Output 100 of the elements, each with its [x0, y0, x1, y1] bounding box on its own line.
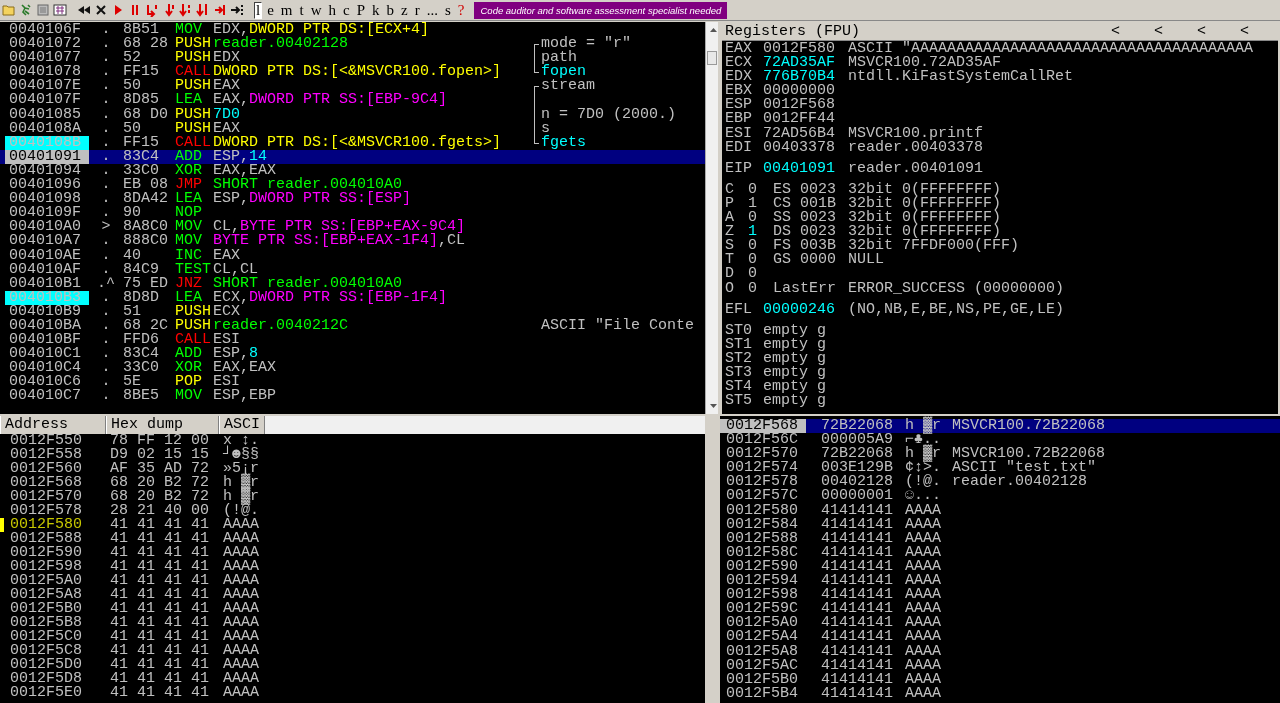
register-comment: reader.00401091: [848, 159, 984, 177]
code-row[interactable]: 0040108A . 50 PUSH EAX s: [0, 121, 705, 136]
jump-mark: .: [100, 23, 112, 38]
window-button[interactable]: ...: [424, 1, 440, 19]
nav-button[interactable]: <: [1223, 22, 1266, 40]
window-button[interactable]: s: [442, 1, 453, 19]
hex-bytes: 41 41 41 41: [110, 572, 210, 589]
go-to-icon[interactable]: [230, 3, 244, 17]
code-row[interactable]: 004010C6 . 5E POP ESI: [0, 375, 705, 390]
folder-icon[interactable]: [2, 3, 16, 17]
code-row[interactable]: 004010A7 . 888C0 MOV BYTE PTR SS:[EBP+EAX-1F4],CL: [0, 234, 705, 249]
code-row[interactable]: 004010BF . FFD6 CALL ESI: [0, 333, 705, 348]
code-row[interactable]: 004010B1 .^ 75 ED JNZ SHORT reader.004010A0: [0, 276, 705, 291]
address-cell-text: 0012F56C: [725, 433, 799, 448]
stack-row[interactable]: 0012F5A0 41414141 AAAA: [720, 616, 1280, 631]
window-button[interactable]: r: [412, 1, 422, 19]
code-row[interactable]: 0040107F . 8D85 LEA EAX,DWORD PTR SS:[EBP-9C4]: [0, 93, 705, 108]
step-into-icon[interactable]: [145, 3, 159, 17]
stack-row[interactable]: 0012F57C 00000001 ☺...: [720, 489, 1280, 504]
stack-row[interactable]: 0012F5B0 41414141 AAAA: [720, 672, 1280, 687]
address-cell: 0012F5A8: [10, 586, 82, 603]
register-value[interactable]: 0012F580: [763, 40, 835, 57]
address-cell: 0012F5E0: [10, 684, 82, 701]
register-value[interactable]: 00401091: [763, 159, 835, 177]
jump-mark: .: [100, 107, 112, 122]
stack-row[interactable]: 0012F5B4 41414141 AAAA: [720, 686, 1280, 701]
code-row[interactable]: 004010AF . 84C9 TESTCL,CL: [0, 262, 705, 277]
window-button[interactable]: c: [341, 1, 352, 19]
ascii-text: h ▓r: [905, 417, 941, 434]
opcode-bytes: 50: [123, 121, 141, 136]
stack-row[interactable]: 0012F594 41414141 AAAA: [720, 574, 1280, 589]
stack-row[interactable]: 0012F588 41414141 AAAA: [720, 531, 1280, 546]
stack-row[interactable]: 0012F58C 41414141 AAAA: [720, 545, 1280, 560]
stack-row[interactable]: 0012F590 41414141 AAAA: [720, 559, 1280, 575]
address-cell: 0040108B: [5, 135, 89, 150]
stack-row[interactable]: 0012F598 41414141 AAAA: [720, 588, 1280, 603]
trace-into-icon[interactable]: [179, 3, 193, 17]
address-cell-text: 004010A7: [8, 234, 82, 249]
column-header[interactable]: Address: [0, 416, 106, 434]
hex-bytes: 41 41 41 41: [110, 530, 210, 547]
nav-button[interactable]: <: [1180, 22, 1223, 40]
window-button[interactable]: l: [254, 1, 263, 19]
stack-row[interactable]: 0012F580 41414141 AAAA: [720, 503, 1280, 518]
register-value: empty g: [763, 321, 826, 339]
nav-button[interactable]: <: [1094, 22, 1137, 40]
code-row[interactable]: 004010A0 > 8A8C0 MOV CL,BYTE PTR SS:[EBP+EAX-9C4]: [0, 220, 705, 235]
address-cell-text: 0012F5AC: [725, 658, 799, 673]
column-header[interactable]: Hex dump: [106, 416, 219, 434]
vertical-scrollbar[interactable]: [705, 22, 718, 414]
code-row[interactable]: 00401078 . FF15 CALL DWORD PTR DS:[<&MSVCR100.fopen>] fopen: [0, 65, 705, 80]
hex-bytes: 41 41 41 41: [110, 670, 210, 687]
trace-over-icon[interactable]: [196, 3, 210, 17]
code-row[interactable]: 0040108B . FF15 CALL DWORD PTR DS:[<&MSVCR100.fgets>] fgets: [0, 135, 705, 150]
window-button[interactable]: m: [278, 1, 295, 19]
scrollbar-thumb[interactable]: [707, 51, 717, 65]
running-figure-icon[interactable]: [19, 3, 33, 17]
nav-button[interactable]: <: [1137, 22, 1180, 40]
stack-row[interactable]: 0012F59C 41414141 AAAA: [720, 602, 1280, 617]
window-button[interactable]: h: [326, 1, 339, 19]
address-cell: 0012F580: [10, 516, 82, 533]
window-button[interactable]: k: [370, 1, 382, 19]
opcode-bytes: 888C0: [123, 234, 169, 249]
address-cell-text: 0040107E: [8, 79, 82, 94]
code-row[interactable]: 004010BA . 68 2C PUSH reader.0040212C ASCII "File Conte: [0, 318, 705, 334]
step-over-icon[interactable]: [162, 3, 176, 17]
rewind-icon[interactable]: [77, 3, 91, 17]
window-icon[interactable]: [36, 3, 50, 17]
mnemonic: POP: [175, 375, 203, 390]
code-row[interactable]: 00401085 . 68 D0 PUSH 7D0 n = 7D0 (2000.): [0, 107, 705, 122]
operands: ESP,EBP: [213, 387, 276, 405]
stack-row[interactable]: 0012F5A4 41414141 AAAA: [720, 630, 1280, 645]
code-row[interactable]: 004010C7 . 8BE5 MOV ESP,EBP: [0, 389, 705, 404]
stack-row[interactable]: 0012F5A8 41414141 AAAA: [720, 644, 1280, 659]
help-button[interactable]: ?: [455, 1, 467, 19]
window-button[interactable]: t: [297, 1, 306, 19]
code-row[interactable]: 004010B3 . 8D8D LEA ECX,DWORD PTR SS:[EBP-1F4]: [0, 290, 705, 305]
grid-icon[interactable]: [53, 3, 67, 17]
window-button[interactable]: e: [265, 1, 276, 19]
flag-name: C: [725, 182, 735, 197]
register-value[interactable]: 00000246: [763, 300, 835, 318]
window-button[interactable]: P: [354, 1, 368, 19]
code-row[interactable]: 004010C1 . 83C4 ADD ESP,8: [0, 347, 705, 362]
window-button[interactable]: b: [384, 1, 397, 19]
code-row[interactable]: 004010AE . 40 INC EAX: [0, 248, 705, 263]
close-icon[interactable]: [94, 3, 108, 17]
window-button[interactable]: w: [308, 1, 324, 19]
ascii-text: AAAA: [223, 628, 259, 645]
code-row[interactable]: 004010C4 . 33C0 XOR EAX,EAX: [0, 361, 705, 376]
mnemonic: PUSH: [175, 121, 212, 136]
stack-row[interactable]: 0012F584 41414141 AAAA: [720, 517, 1280, 532]
jump-mark: .: [100, 121, 112, 136]
ascii-text: AAAA: [223, 558, 259, 575]
hex-bytes: D9 02 15 15: [110, 446, 210, 463]
window-button[interactable]: z: [399, 1, 410, 19]
ascii-text: AAAA: [223, 586, 259, 603]
address-cell: 0012F570: [10, 488, 82, 505]
code-row[interactable]: 004010B9 . 51 PUSH ECX: [0, 304, 705, 319]
stack-row[interactable]: 0012F5AC 41414141 AAAA: [720, 658, 1280, 673]
code-row[interactable]: 00401091 . 83C4 ADD ESP,14: [0, 149, 705, 164]
stack-value: 72B22068: [821, 417, 893, 434]
